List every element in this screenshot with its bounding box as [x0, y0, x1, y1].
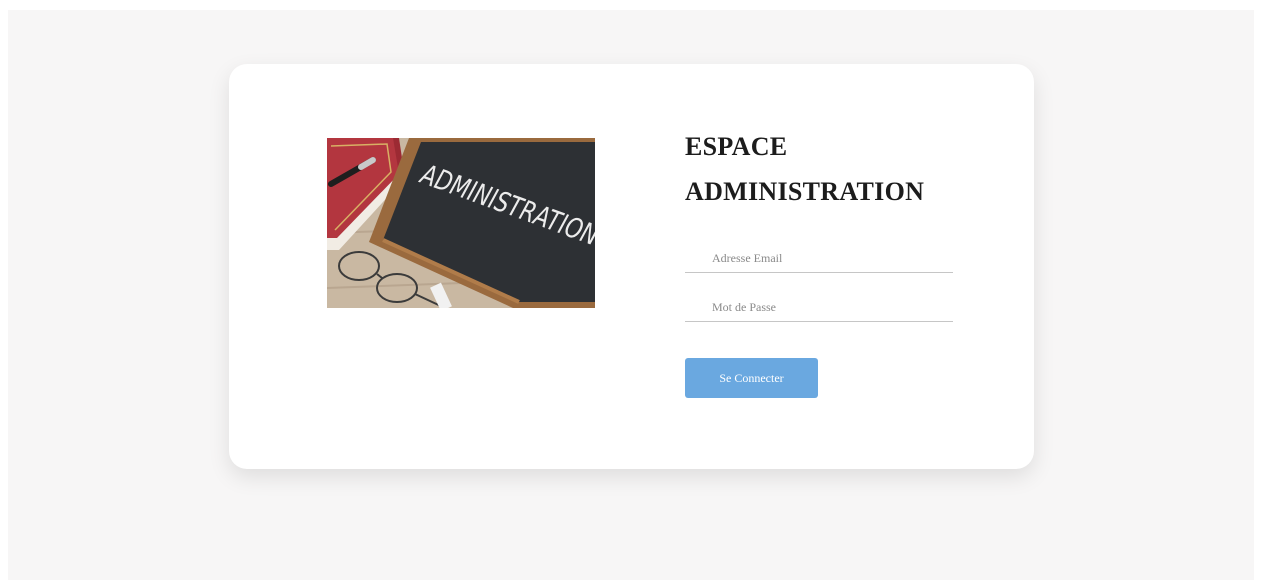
page-title-line-2: ADMINISTRATION: [685, 177, 925, 206]
password-field[interactable]: [685, 293, 953, 321]
login-card: ADMINISTRATION ESPACE ADMINISTRATION Se …: [229, 64, 1034, 469]
administration-image: ADMINISTRATION: [327, 138, 595, 308]
email-field[interactable]: [685, 244, 953, 272]
page-title-line-1: ESPACE: [685, 132, 788, 161]
page-background: ADMINISTRATION ESPACE ADMINISTRATION Se …: [8, 10, 1254, 580]
email-field-container: [685, 244, 953, 273]
login-button[interactable]: Se Connecter: [685, 358, 818, 398]
page-title: ESPACE ADMINISTRATION: [685, 124, 955, 214]
password-field-container: [685, 293, 953, 322]
login-form: ESPACE ADMINISTRATION Se Connecter: [685, 124, 955, 398]
